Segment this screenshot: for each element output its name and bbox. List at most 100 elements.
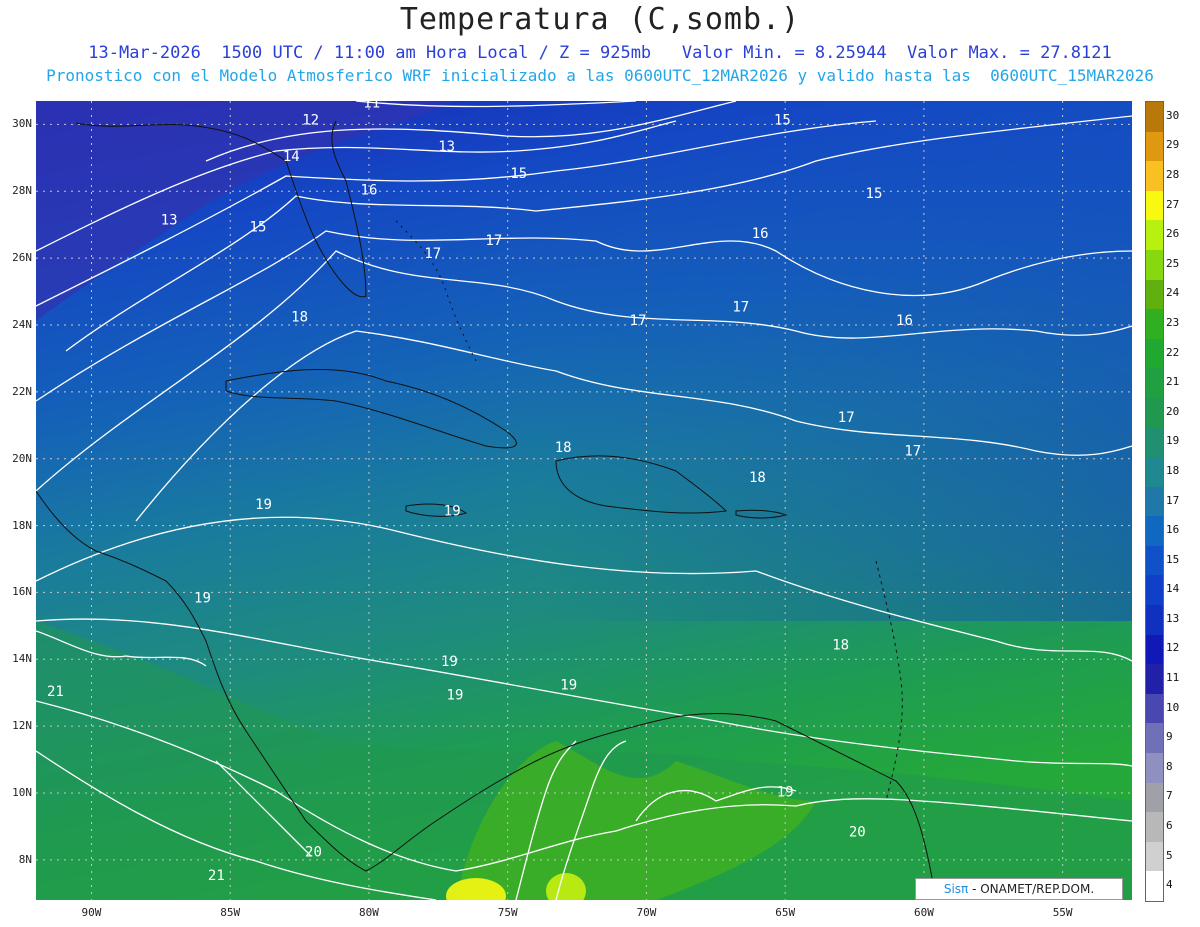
contour-label: 14: [283, 149, 300, 165]
contour-label: 19: [444, 504, 461, 520]
contour-label: 18: [832, 637, 849, 653]
lat-label: 18N: [12, 518, 32, 532]
colorbar-segment: [1146, 486, 1163, 517]
lat-label: 28N: [12, 184, 32, 198]
colorbar-label: 29: [1166, 138, 1180, 152]
colorbar-segment: [1146, 309, 1163, 340]
colorbar-segment: [1146, 131, 1163, 162]
colorbar-label: 12: [1166, 641, 1180, 655]
colorbar-segment: [1146, 190, 1163, 221]
colorbar-label: 25: [1166, 256, 1180, 270]
colorbar: [1145, 101, 1164, 902]
contour-label: 19: [255, 497, 272, 513]
forecast-time-line: 13-Mar-2026 1500 UTC / 11:00 am Hora Loc…: [88, 43, 1112, 63]
contour-label: 17: [838, 410, 855, 426]
colorbar-segment: [1146, 605, 1163, 636]
eastern-cool-field: [536, 101, 1132, 621]
lon-label: 60W: [913, 906, 934, 919]
colorbar-segment: [1146, 841, 1163, 872]
contour-label: 13: [438, 139, 455, 155]
contour-label: 17: [732, 300, 749, 316]
onamet-credit: - ONAMET/REP.DOM.: [968, 882, 1095, 896]
sispi-logo-text: Sisπ: [943, 882, 969, 896]
colorbar-label: 11: [1166, 671, 1180, 685]
colorbar-segment: [1146, 161, 1163, 192]
colorbar-segment: [1146, 427, 1163, 458]
colorbar-segment: [1146, 634, 1163, 665]
contour-label: 19: [194, 590, 211, 606]
contour-label: 18: [291, 310, 308, 326]
lat-label: 14N: [12, 652, 32, 666]
contour-label: 11: [363, 101, 380, 112]
colorbar-label: 13: [1166, 611, 1180, 625]
colorbar-label: 18: [1166, 463, 1180, 477]
contour-label: 15: [774, 112, 791, 128]
lat-label: 8N: [18, 852, 32, 866]
contour-label: 15: [250, 219, 267, 235]
contour-label: 16: [361, 183, 378, 199]
lat-label: 22N: [12, 384, 32, 398]
lat-label: 26N: [12, 251, 32, 265]
colorbar-segment: [1146, 812, 1163, 843]
contour-label: 19: [447, 687, 464, 703]
contour-label: 19: [441, 654, 458, 670]
colorbar-segment: [1146, 545, 1163, 576]
contour-label: 19: [560, 677, 577, 693]
contour-label: 17: [904, 443, 921, 459]
contour-label: 21: [208, 868, 225, 884]
colorbar-segment: [1146, 220, 1163, 251]
contour-label: 15: [866, 186, 883, 202]
map-canvas: 11 12 13 14 15 15 15 16 16 16 13 15 17 17 17 17 17 17 18 18…: [36, 101, 1132, 900]
contour-label: 17: [485, 233, 502, 249]
colorbar-label: 6: [1166, 819, 1173, 833]
lon-label: 75W: [497, 906, 518, 919]
colorbar-label: 14: [1166, 582, 1180, 596]
colorbar-label: 4: [1166, 878, 1173, 892]
lat-label: 10N: [12, 786, 32, 800]
colorbar-segment: [1146, 516, 1163, 547]
colorbar-label: 19: [1166, 434, 1180, 448]
colorbar-label: 26: [1166, 227, 1180, 241]
colorbar-segment: [1146, 249, 1163, 281]
contour-label: 18: [749, 470, 766, 486]
colorbar-label: 15: [1166, 552, 1180, 566]
colorbar-segment: [1146, 457, 1163, 488]
contour-label: 17: [424, 246, 441, 262]
colorbar-label: 10: [1166, 700, 1180, 714]
colorbar-label: 5: [1166, 848, 1173, 862]
colorbar-label: 30: [1166, 108, 1180, 122]
colorbar-segment: [1146, 102, 1163, 133]
contour-label: 16: [896, 313, 913, 329]
contour-label: 21: [47, 684, 64, 700]
colorbar-segment: [1146, 338, 1163, 369]
contour-label: 13: [161, 213, 178, 229]
contour-label: 15: [510, 166, 527, 182]
colorbar-segment: [1146, 368, 1163, 399]
credit-box: Sisπ - ONAMET/REP.DOM.: [915, 878, 1123, 900]
lat-label: 24N: [12, 317, 32, 331]
temperature-map: 11 12 13 14 15 15 15 16 16 16 13 15 17 17 17 17 17 17 18 18…: [36, 101, 1132, 900]
colorbar-label: 20: [1166, 404, 1180, 418]
lon-label: 55W: [1052, 906, 1073, 919]
colorbar-label: 9: [1166, 730, 1173, 744]
colorbar-label: 8: [1166, 759, 1173, 773]
lat-label: 12N: [12, 719, 32, 733]
colorbar-label: 22: [1166, 345, 1180, 359]
colorbar-segment: [1146, 279, 1163, 310]
lon-label: 65W: [775, 906, 796, 919]
lon-label: 85W: [220, 906, 241, 919]
lat-label: 30N: [12, 117, 32, 131]
lon-label: 70W: [636, 906, 657, 919]
contour-label: 18: [555, 440, 572, 456]
colorbar-segment: [1146, 664, 1163, 695]
colorbar-label: 24: [1166, 286, 1180, 300]
colorbar-segment: [1146, 397, 1163, 428]
colorbar-label: 21: [1166, 375, 1180, 389]
colorbar-segment: [1146, 575, 1163, 606]
colorbar-segment: [1146, 723, 1163, 754]
chart-title: Temperatura (C,somb.): [399, 2, 801, 37]
lat-label: 20N: [12, 451, 32, 465]
colorbar-label: 7: [1166, 789, 1173, 803]
contour-label: 20: [305, 845, 322, 861]
colorbar-label: 17: [1166, 493, 1180, 507]
